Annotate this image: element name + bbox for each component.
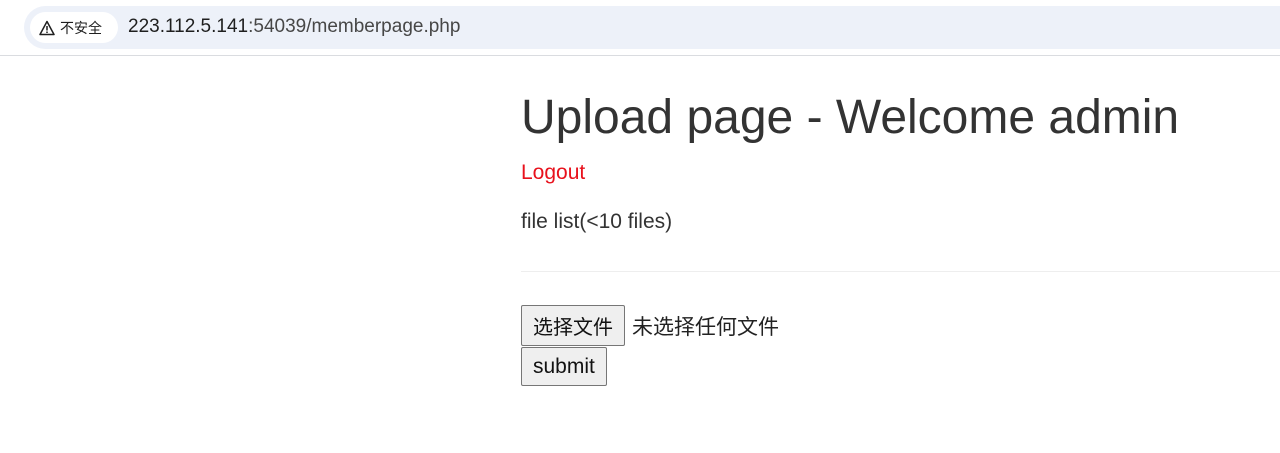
url-text[interactable]: 223.112.5.141:54039/memberpage.php — [128, 16, 460, 38]
submit-row: submit — [521, 347, 607, 386]
url-host: 223.112.5.141 — [128, 16, 249, 37]
security-label: 不安全 — [60, 20, 102, 37]
submit-button[interactable]: submit — [521, 347, 607, 386]
url-path: :54039/memberpage.php — [248, 16, 461, 37]
address-bar[interactable]: 不安全 223.112.5.141:54039/memberpage.php — [24, 6, 1280, 49]
file-input[interactable]: 选择文件 未选择任何文件 — [521, 305, 779, 346]
logout-link[interactable]: Logout — [521, 161, 585, 185]
browser-toolbar: 不安全 223.112.5.141:54039/memberpage.php — [0, 0, 1280, 56]
divider — [521, 271, 1280, 272]
page-title: Upload page - Welcome admin — [521, 91, 1180, 144]
choose-file-button[interactable]: 选择文件 — [521, 305, 625, 346]
file-list-label: file list(<10 files) — [521, 210, 673, 233]
security-indicator-chip[interactable]: 不安全 — [30, 12, 118, 43]
warning-triangle-icon — [39, 20, 55, 36]
no-file-selected-label: 未选择任何文件 — [632, 314, 779, 339]
